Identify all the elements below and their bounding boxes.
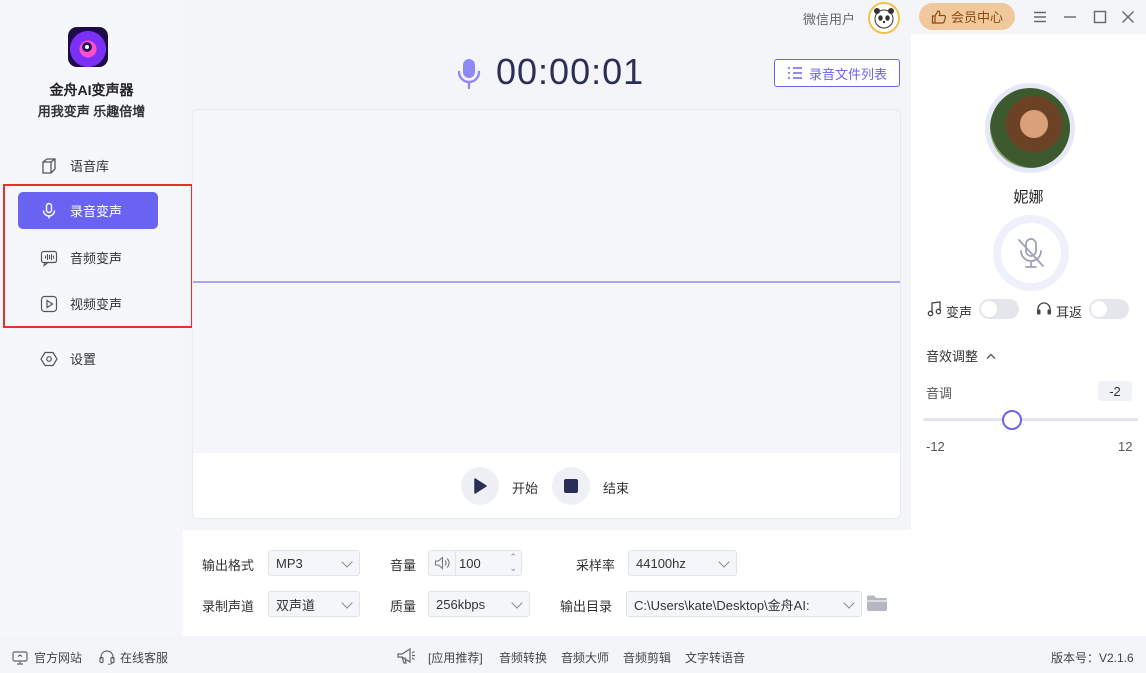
pitch-slider-thumb[interactable]	[1002, 410, 1022, 430]
music-note-icon	[927, 301, 942, 320]
sidebar-item-voice-library[interactable]: 语音库	[18, 147, 158, 184]
app-logo	[68, 27, 108, 67]
volume-stepper[interactable]: 100 ⌃ ⌄	[428, 550, 522, 576]
quality-select[interactable]: 256kbps	[428, 591, 530, 617]
volume-value: 100	[459, 555, 481, 571]
recording-timer: 00:00:01	[496, 51, 645, 92]
recording-mic-icon	[457, 58, 481, 93]
quality-value: 256kbps	[436, 596, 486, 612]
stepper-arrows-icon[interactable]: ⌃ ⌄	[509, 552, 517, 574]
app-recommend-label: [应用推荐]	[428, 651, 483, 665]
voice-name: 妮娜	[1013, 189, 1044, 206]
file-list-label: 录音文件列表	[808, 66, 887, 82]
cube-icon	[40, 157, 58, 175]
sample-rate-value: 44100hz	[636, 555, 686, 571]
chevron-down-icon	[843, 597, 855, 609]
voice-avatar-photo	[990, 88, 1070, 168]
volume-label: 音量	[390, 558, 417, 573]
pitch-label: 音调	[926, 386, 953, 401]
sample-rate-select[interactable]: 44100hz	[628, 550, 737, 576]
start-label: 开始	[512, 481, 539, 496]
headphones-icon	[1036, 301, 1052, 318]
mic-toggle-button[interactable]	[993, 215, 1069, 291]
official-website-label: 官方网站	[34, 651, 83, 665]
pitch-max: 12	[1118, 439, 1133, 454]
megaphone-icon	[396, 647, 416, 665]
menu-icon[interactable]	[1031, 8, 1049, 26]
sidebar-item-label: 设置	[70, 352, 97, 367]
pitch-value: -2	[1098, 381, 1132, 401]
record-control-bar: 开始 结束	[193, 453, 900, 518]
maximize-icon[interactable]	[1091, 8, 1109, 26]
channel-select[interactable]: 双声道	[268, 591, 360, 617]
user-name: 微信用户	[803, 12, 856, 27]
footer-link-audio-convert[interactable]: 音频转换	[499, 649, 547, 666]
chevron-down-icon	[341, 556, 353, 568]
output-dir-label: 输出目录	[560, 599, 613, 614]
output-dir-select[interactable]: C:\Users\kate\Desktop\金舟AI:	[626, 591, 862, 617]
vip-center-label: 会员中心	[950, 10, 1003, 25]
voice-change-toggle[interactable]	[979, 299, 1019, 319]
quality-label: 质量	[390, 599, 417, 614]
chevron-up-icon	[986, 353, 996, 359]
channel-value: 双声道	[276, 597, 316, 613]
earback-label: 耳返	[1056, 305, 1083, 320]
folder-icon[interactable]	[866, 594, 888, 615]
stop-label: 结束	[603, 481, 630, 496]
output-settings	[183, 530, 911, 636]
waveform-panel: 开始 结束	[192, 109, 901, 519]
list-icon	[787, 67, 802, 79]
online-support-label: 在线客服	[120, 651, 169, 665]
voice-avatar[interactable]	[985, 83, 1075, 173]
effects-section-header[interactable]: 音效调整	[926, 346, 997, 365]
official-website-link[interactable]: 官方网站	[12, 649, 82, 666]
sidebar-item-label: 语音库	[70, 159, 110, 174]
headset-icon	[99, 650, 115, 665]
monitor-icon	[12, 650, 28, 665]
hexagon-settings-icon	[40, 350, 58, 368]
annotation-highlight-box	[3, 184, 193, 328]
play-icon	[474, 478, 487, 494]
output-dir-value: C:\Users\kate\Desktop\金舟AI:	[634, 597, 810, 613]
chevron-down-icon	[511, 597, 523, 609]
user-avatar[interactable]	[868, 2, 900, 34]
waveform-line	[193, 281, 900, 283]
online-support-link[interactable]: 在线客服	[99, 649, 168, 666]
sample-rate-label: 采样率	[576, 558, 616, 573]
chevron-down-icon	[341, 597, 353, 609]
speaker-icon	[429, 551, 456, 575]
minimize-icon[interactable]	[1061, 8, 1079, 26]
app-name: 金舟AI变声器	[49, 82, 134, 98]
voice-change-label: 变声	[946, 305, 973, 320]
effects-label: 音效调整	[926, 349, 979, 364]
stop-icon	[564, 479, 578, 493]
thumbs-up-icon	[931, 9, 947, 24]
footer-link-audio-master[interactable]: 音频大师	[561, 649, 609, 666]
channel-label: 录制声道	[202, 599, 255, 614]
mic-muted-icon	[1018, 238, 1044, 268]
close-icon[interactable]	[1119, 8, 1137, 26]
footer-link-text-to-speech[interactable]: 文字转语音	[685, 649, 745, 666]
pitch-slider-track[interactable]	[923, 418, 1138, 421]
start-record-button[interactable]	[461, 467, 499, 505]
stop-record-button[interactable]	[552, 467, 590, 505]
output-format-label: 输出格式	[202, 558, 255, 573]
footer-link-audio-edit[interactable]: 音频剪辑	[623, 649, 671, 666]
recording-file-list-button[interactable]: 录音文件列表	[774, 59, 900, 87]
vip-center-button[interactable]: 会员中心	[919, 3, 1015, 30]
version-label: 版本号：V2.1.6	[1051, 651, 1134, 665]
sidebar-item-settings[interactable]: 设置	[18, 340, 158, 377]
output-format-select[interactable]: MP3	[268, 550, 360, 576]
earback-toggle[interactable]	[1089, 299, 1129, 319]
pitch-min: -12	[926, 439, 945, 454]
output-format-value: MP3	[276, 555, 303, 571]
panda-avatar-icon	[874, 8, 894, 29]
app-slogan: 用我变声 乐趣倍增	[37, 104, 146, 119]
chevron-down-icon	[718, 556, 730, 568]
